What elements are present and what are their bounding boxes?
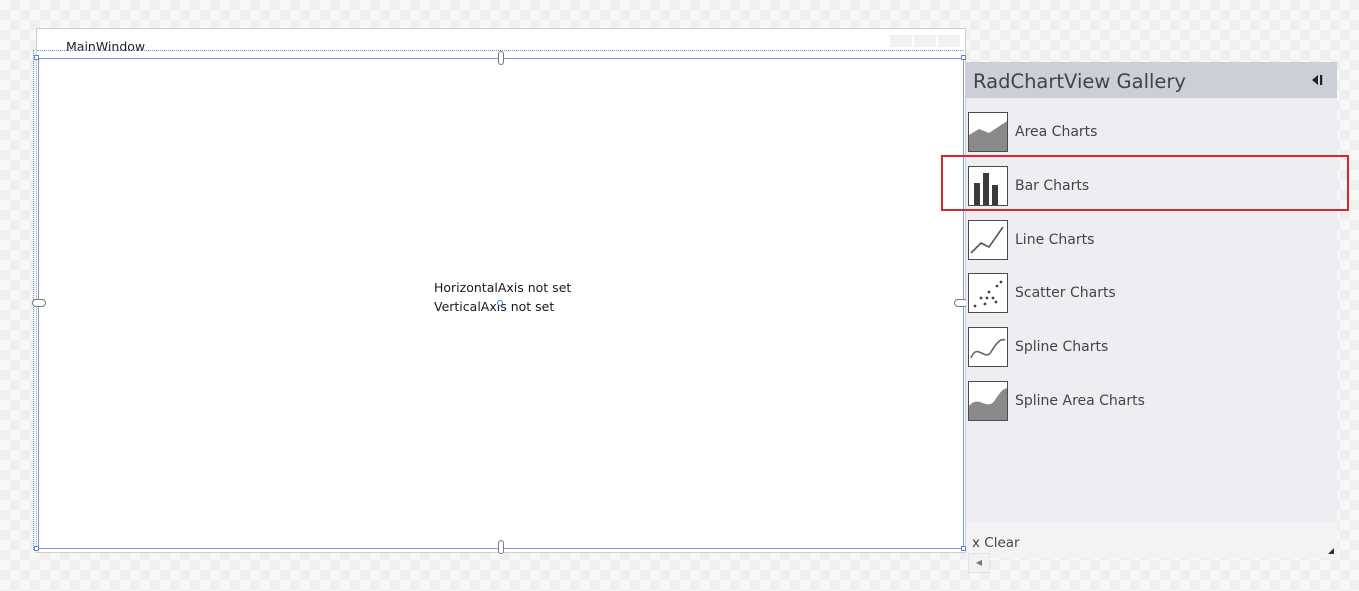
clear-button[interactable]: x Clear (972, 535, 1020, 551)
margin-pin-top-icon[interactable] (498, 51, 504, 65)
horizontal-axis-message: HorizontalAxis not set (434, 280, 572, 295)
gallery-item-label: Area Charts (1015, 124, 1098, 140)
gallery-item-label: Scatter Charts (1015, 285, 1116, 301)
resize-grip-icon[interactable] (1328, 548, 1334, 554)
gallery-item-label: Spline Area Charts (1015, 393, 1145, 409)
center-anchor-icon[interactable] (497, 300, 503, 306)
resize-handle-bottom-left[interactable] (34, 546, 39, 551)
gallery-item-line-charts[interactable]: Line Charts (966, 217, 1326, 263)
collapse-left-icon[interactable] (1310, 73, 1324, 87)
gallery-item-scatter-charts[interactable]: Scatter Charts (966, 270, 1326, 316)
window-control-buttons (890, 35, 960, 47)
line-chart-icon (968, 220, 1008, 260)
margin-pin-bottom-icon[interactable] (498, 540, 504, 554)
spline-chart-icon (968, 327, 1008, 367)
gallery-item-area-charts[interactable]: Area Charts (966, 109, 1326, 155)
window-title: MainWindow (66, 39, 146, 54)
axis-status-message: HorizontalAxis not set VerticalAxis not … (434, 278, 571, 316)
vertical-axis-message: VerticalAxis not set (434, 299, 555, 314)
gallery-item-spline-charts[interactable]: Spline Charts (966, 324, 1326, 370)
gallery-item-spline-area-charts[interactable]: Spline Area Charts (966, 378, 1326, 424)
scroll-left-button[interactable]: ◀ (968, 553, 990, 573)
gallery-item-label: Spline Charts (1015, 339, 1109, 355)
gallery-footer (966, 522, 1337, 558)
highlight-annotation-box (941, 155, 1349, 211)
margin-pin-left-icon[interactable] (32, 299, 46, 307)
scatter-chart-icon (968, 273, 1008, 313)
window-titlebar (37, 29, 965, 51)
area-chart-icon (968, 112, 1008, 152)
resize-handle-top-left[interactable] (34, 55, 39, 60)
gallery-item-label: Line Charts (1015, 232, 1095, 248)
resize-handle-top-right[interactable] (961, 55, 966, 60)
spline-area-chart-icon (968, 381, 1008, 421)
gallery-title: RadChartView Gallery (973, 70, 1186, 93)
